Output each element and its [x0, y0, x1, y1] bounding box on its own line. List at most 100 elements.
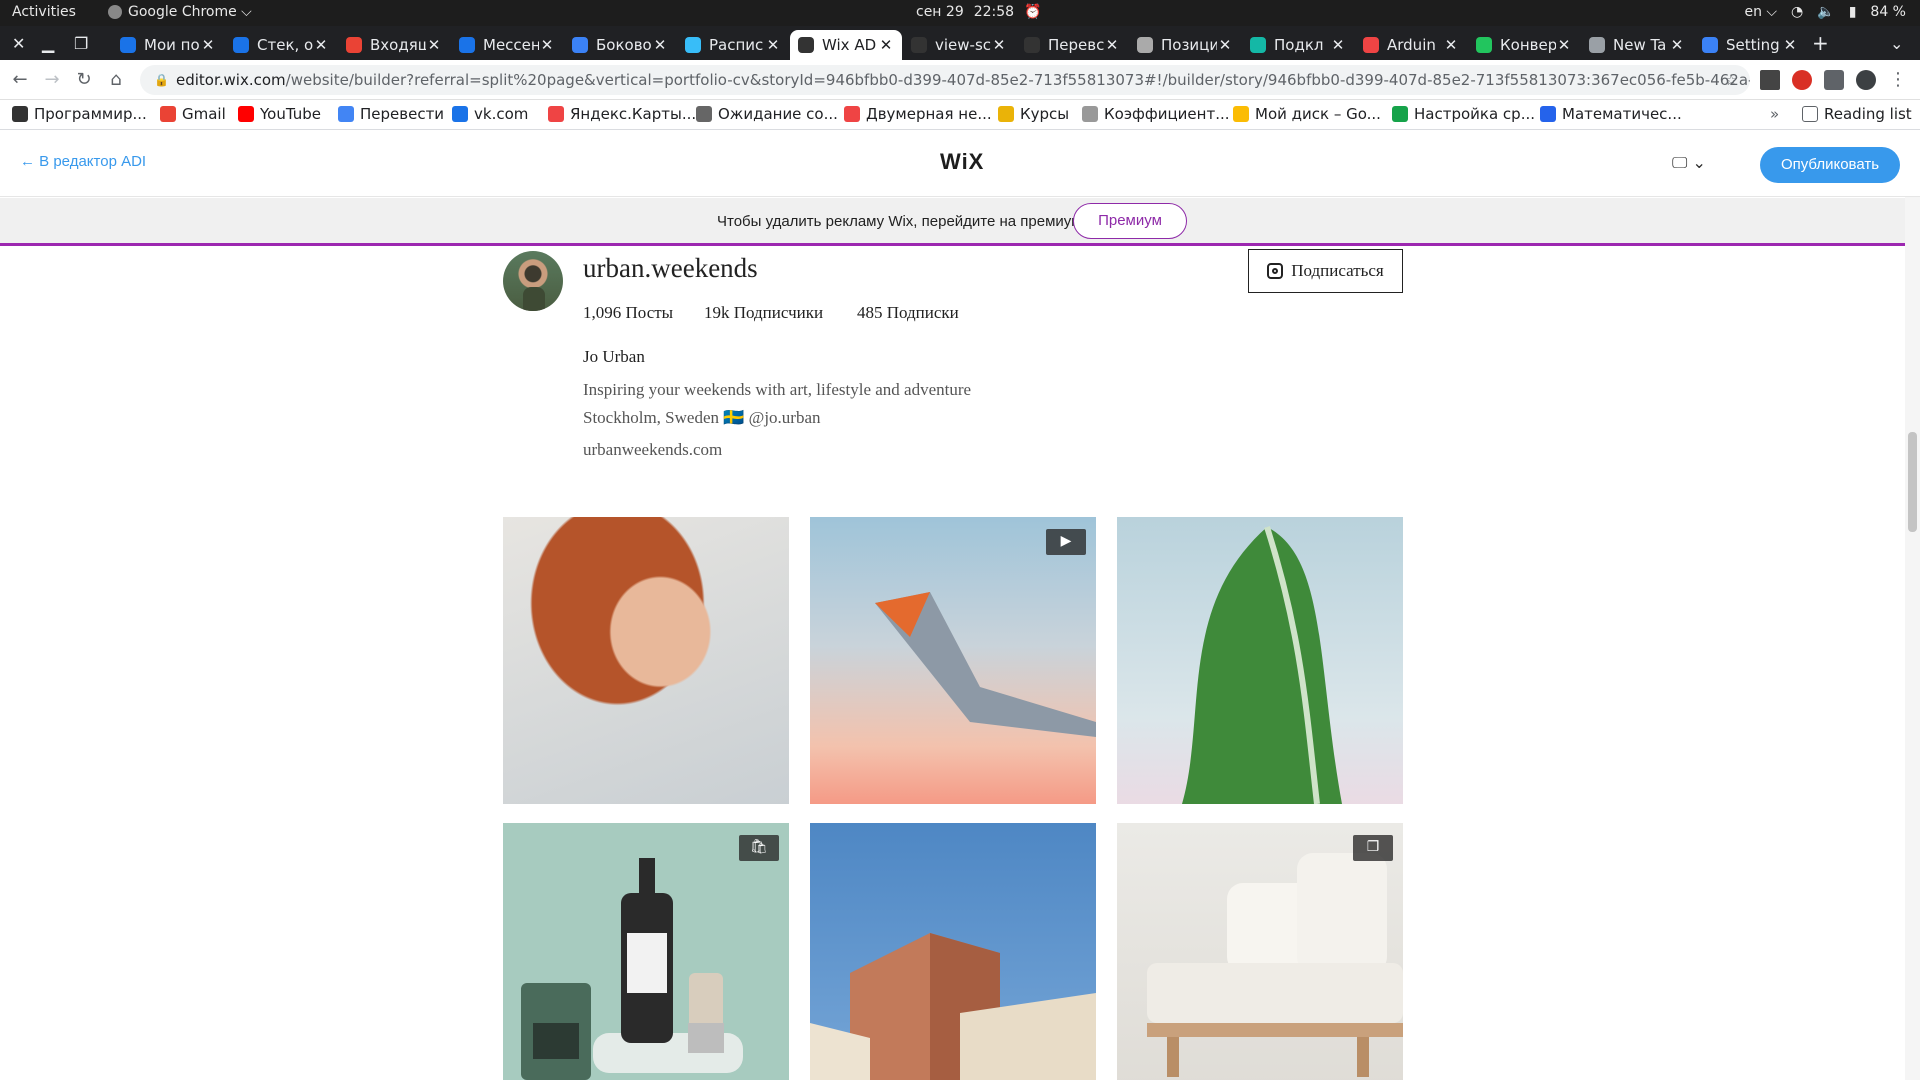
- profile-avatar[interactable]: [1856, 70, 1876, 90]
- tab-4[interactable]: Боково ✕: [564, 30, 676, 60]
- alarm-icon: ⏰: [1024, 4, 1042, 20]
- tab-11[interactable]: Arduin ✕: [1355, 30, 1467, 60]
- bookmark-favicon-icon: [548, 106, 564, 122]
- more-bookmarks-icon[interactable]: »: [1770, 105, 1779, 123]
- bookmark-item[interactable]: Gmail: [160, 105, 226, 123]
- building-illustration: [810, 933, 1096, 1080]
- volume-icon: 🔈: [1817, 4, 1835, 20]
- tab-close-icon[interactable]: ✕: [652, 36, 668, 54]
- tab-14[interactable]: Setting ✕: [1694, 30, 1806, 60]
- tab-13[interactable]: New Ta ✕: [1581, 30, 1693, 60]
- tab-close-icon[interactable]: ✕: [1104, 36, 1120, 54]
- extensions-puzzle-icon[interactable]: [1824, 70, 1844, 90]
- bio-line: Inspiring your weekends with art, lifest…: [583, 380, 972, 399]
- bookmark-item[interactable]: Коэффициент...: [1082, 105, 1230, 123]
- page-scrollbar[interactable]: [1905, 197, 1920, 1080]
- bookmark-item[interactable]: Программир...: [12, 105, 147, 123]
- tab-10[interactable]: Подкл ✕: [1242, 30, 1354, 60]
- bookmark-item[interactable]: YouTube: [238, 105, 321, 123]
- bookmark-label: Настройка ср...: [1414, 105, 1535, 123]
- gallery-item-leaf[interactable]: [1117, 517, 1403, 804]
- bookmark-item[interactable]: Ожидание со...: [696, 105, 838, 123]
- tab-close-icon[interactable]: ✕: [200, 36, 216, 54]
- profile-username[interactable]: urban.weekends: [583, 253, 758, 284]
- premium-button[interactable]: Премиум: [1073, 203, 1187, 239]
- gallery-item-woman[interactable]: [503, 517, 789, 804]
- tab-close-icon[interactable]: ✕: [1556, 36, 1572, 54]
- tab-5[interactable]: Распис ✕: [677, 30, 789, 60]
- bookmark-item[interactable]: Перевести: [338, 105, 444, 123]
- bookmark-item[interactable]: Двумерная не...: [844, 105, 992, 123]
- bookmark-label: vk.com: [474, 105, 529, 123]
- gallery-item-grooming-products[interactable]: 🛍: [503, 823, 789, 1080]
- tab-close-icon[interactable]: ✕: [1782, 36, 1798, 54]
- tab-close-icon[interactable]: ✕: [1443, 36, 1459, 54]
- gallery-item-airplane-wing[interactable]: ▶: [810, 517, 1096, 804]
- tab-12[interactable]: Конвер ✕: [1468, 30, 1580, 60]
- new-tab-icon[interactable]: +: [1812, 31, 1829, 55]
- publish-button[interactable]: Опубликовать: [1760, 147, 1900, 183]
- tab-close-icon[interactable]: ✕: [765, 36, 781, 54]
- profile-name: Jo Urban: [583, 347, 645, 366]
- reading-list-button[interactable]: Reading list: [1802, 105, 1912, 123]
- bookmark-item[interactable]: Математичес...: [1540, 105, 1682, 123]
- bookmark-item[interactable]: Мой диск – Go...: [1233, 105, 1381, 123]
- tab-close-icon[interactable]: ✕: [539, 36, 555, 54]
- tab-close-icon[interactable]: ✕: [1217, 36, 1233, 54]
- tab-search-icon[interactable]: ⌄: [1890, 34, 1903, 53]
- device-switcher[interactable]: 🖵 ⌄: [1672, 153, 1706, 173]
- tab-title: New Ta: [1613, 36, 1667, 54]
- bookmark-item[interactable]: Яндекс.Карты...: [548, 105, 696, 123]
- gallery-item-sofa[interactable]: ❐: [1117, 823, 1403, 1080]
- language-indicator[interactable]: en ⌵: [1744, 4, 1777, 20]
- tab-close-icon[interactable]: ✕: [1330, 36, 1346, 54]
- minimize-window-icon[interactable]: ▁: [42, 34, 54, 53]
- back-to-editor-link[interactable]: ← В редактор ADI: [20, 153, 146, 170]
- tab-title: Распис: [709, 36, 764, 54]
- clock[interactable]: сен 29 22:58 ⏰: [916, 4, 1042, 20]
- bookmark-item[interactable]: Курсы: [998, 105, 1069, 123]
- close-window-icon[interactable]: ✕: [12, 34, 25, 53]
- tab-close-icon[interactable]: ✕: [313, 36, 329, 54]
- bookmark-item[interactable]: vk.com: [452, 105, 528, 123]
- home-icon[interactable]: ⌂: [104, 68, 128, 92]
- tab-2[interactable]: Входящ ✕: [338, 30, 450, 60]
- activities-button[interactable]: Activities: [12, 4, 76, 20]
- tab-close-icon[interactable]: ✕: [1669, 36, 1685, 54]
- restore-window-icon[interactable]: ❐: [74, 34, 88, 53]
- extension-red-icon[interactable]: [1792, 70, 1812, 90]
- tab-1[interactable]: Стек, о ✕: [225, 30, 337, 60]
- tab-close-icon[interactable]: ✕: [426, 36, 442, 54]
- system-tray[interactable]: en ⌵ ◔ 🔈 ▮ 84 %: [1744, 4, 1906, 20]
- chrome-menu-icon[interactable]: ⋮: [1886, 68, 1910, 92]
- back-icon[interactable]: ←: [8, 68, 32, 92]
- bookmark-item[interactable]: Настройка ср...: [1392, 105, 1535, 123]
- tab-3[interactable]: Мессен ✕: [451, 30, 563, 60]
- forward-icon[interactable]: →: [40, 68, 64, 92]
- tab-8[interactable]: Перевс ✕: [1016, 30, 1128, 60]
- tab-0[interactable]: Мои по ✕: [112, 30, 224, 60]
- extension-audio-icon[interactable]: [1760, 70, 1780, 90]
- follow-button[interactable]: Подписаться: [1248, 249, 1403, 293]
- products-illustration: [521, 858, 743, 1080]
- tab-favicon-icon: [233, 37, 249, 53]
- address-bar[interactable]: 🔒 editor.wix.com/website/builder?referra…: [140, 65, 1750, 95]
- tab-close-icon[interactable]: ✕: [991, 36, 1007, 54]
- scrollbar-thumb[interactable]: [1908, 432, 1917, 532]
- tab-7[interactable]: view-sc ✕: [903, 30, 1015, 60]
- tab-close-icon[interactable]: ✕: [878, 36, 894, 54]
- bookmark-star-icon[interactable]: ☆: [1725, 65, 1738, 95]
- website-link[interactable]: urbanweekends.com: [583, 440, 722, 460]
- tab-title: Стек, о: [257, 36, 313, 54]
- video-play-icon: ▶: [1046, 529, 1086, 555]
- reload-icon[interactable]: ↻: [72, 68, 96, 92]
- avatar[interactable]: [503, 251, 563, 311]
- lock-icon[interactable]: 🔒: [154, 65, 169, 95]
- bookmark-favicon-icon: [844, 106, 860, 122]
- tab-6[interactable]: Wix AD ✕: [790, 30, 902, 60]
- app-menu[interactable]: Google Chrome ⌵: [108, 4, 252, 20]
- desktop-icon: 🖵: [1672, 153, 1688, 172]
- tab-9[interactable]: Позици ✕: [1129, 30, 1241, 60]
- instagram-icon: [1267, 263, 1284, 279]
- gallery-item-building[interactable]: [810, 823, 1096, 1080]
